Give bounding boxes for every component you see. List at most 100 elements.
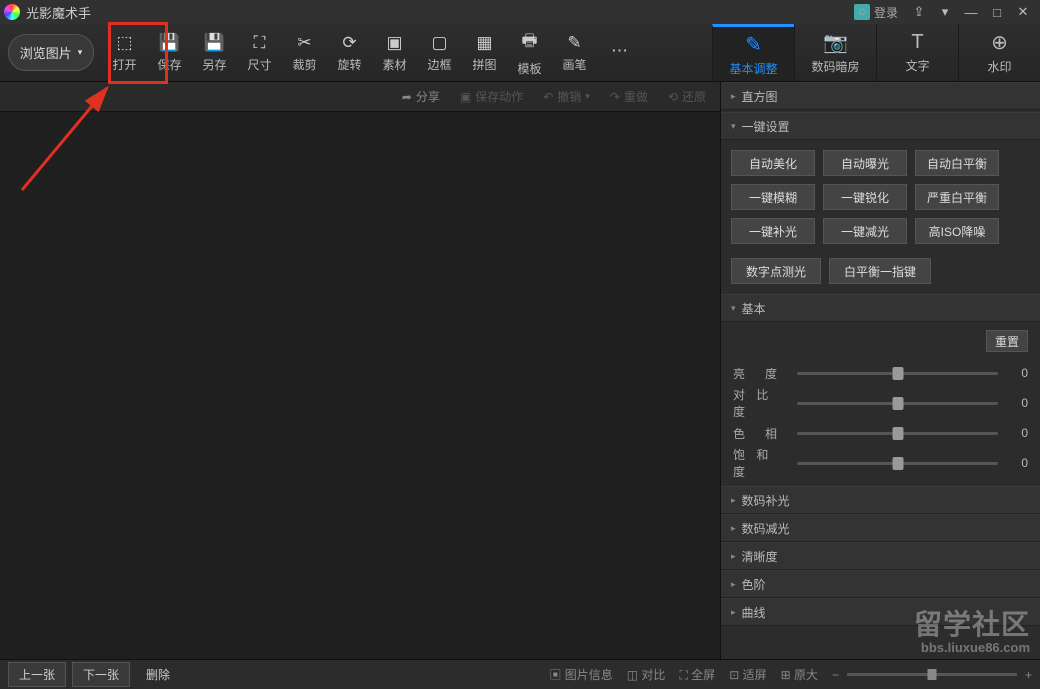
restore-button[interactable]: ⟲还原	[660, 85, 714, 108]
save-action-icon: ▣	[460, 90, 471, 104]
slider-thumb[interactable]	[892, 367, 903, 380]
pin-button[interactable]: ⇪	[906, 2, 932, 22]
canvas-area[interactable]	[0, 112, 720, 659]
全屏-icon: ⛶	[679, 668, 687, 682]
app-logo	[4, 4, 20, 20]
quick-自动白平衡[interactable]: 自动白平衡	[915, 150, 999, 176]
tool-画笔[interactable]: ✎画笔	[552, 24, 597, 81]
tool-icon: ⬚	[116, 33, 132, 53]
quick-一键模糊[interactable]: 一键模糊	[731, 184, 815, 210]
dropdown-button[interactable]: ▾	[932, 2, 958, 22]
quick-自动美化[interactable]: 自动美化	[731, 150, 815, 176]
zoom-slider[interactable]: − +	[832, 668, 1032, 682]
caret-icon: ▸	[731, 91, 736, 102]
next-button[interactable]: 下一张	[72, 662, 130, 687]
tool-icon: 💾	[159, 33, 180, 53]
caret-icon: ▸	[731, 495, 736, 506]
caret-icon: ▸	[731, 551, 736, 562]
tab-数码暗房[interactable]: 📷数码暗房	[794, 24, 876, 81]
maximize-button[interactable]: □	[984, 2, 1010, 22]
prev-button[interactable]: 上一张	[8, 662, 66, 687]
tool-打开[interactable]: ⬚打开	[102, 24, 147, 81]
share-icon: ➦	[402, 90, 412, 104]
图片信息-icon: ▣	[549, 668, 561, 682]
slider-饱 和 度[interactable]: 饱 和 度0	[733, 448, 1028, 478]
tool-icon: ▢	[431, 33, 447, 53]
panel-数码减光[interactable]: ▸数码减光	[721, 514, 1040, 542]
quick-白平衡一指键[interactable]: 白平衡一指键	[829, 258, 931, 284]
tool-icon: 🖶	[521, 28, 537, 57]
tool-icon: ▣	[386, 33, 402, 53]
share-button[interactable]: ➦分享	[394, 85, 448, 108]
tool-裁剪[interactable]: ✂裁剪	[282, 24, 327, 81]
tool-icon: ✂	[297, 33, 311, 53]
tool-保存[interactable]: 💾保存	[147, 24, 192, 81]
tab-基本调整[interactable]: ✎基本调整	[712, 24, 794, 81]
tool-icon: ⟳	[342, 33, 356, 53]
redo-button[interactable]: ↷重做	[602, 85, 656, 108]
quick-一键减光[interactable]: 一键减光	[823, 218, 907, 244]
panel-清晰度[interactable]: ▸清晰度	[721, 542, 1040, 570]
tab-icon: ⊕	[991, 30, 1008, 55]
view-对比[interactable]: ◫ 对比	[627, 666, 666, 683]
tab-icon: ✎	[745, 32, 762, 57]
tab-icon: T	[911, 31, 923, 54]
slider-对 比 度[interactable]: 对 比 度0	[733, 388, 1028, 418]
tool-icon: 💾	[204, 33, 225, 53]
tool-more[interactable]: ⋯	[597, 24, 642, 81]
tool-拼图[interactable]: ▦拼图	[462, 24, 507, 81]
tool-素材[interactable]: ▣素材	[372, 24, 417, 81]
tool-模板[interactable]: 🖶模板	[507, 24, 552, 81]
tab-文字[interactable]: T文字	[876, 24, 958, 81]
undo-button[interactable]: ↶撤销▾	[535, 85, 598, 108]
save-action-button[interactable]: ▣保存动作	[452, 85, 531, 108]
restore-icon: ⟲	[668, 90, 678, 104]
minimize-button[interactable]: —	[958, 2, 984, 22]
caret-icon: ▸	[731, 607, 736, 618]
login-button[interactable]: ☺ 登录	[854, 4, 898, 21]
panel-色阶[interactable]: ▸色阶	[721, 570, 1040, 598]
face-icon: ☺	[854, 4, 870, 20]
undo-icon: ↶	[543, 90, 553, 104]
app-title: 光影魔术手	[26, 3, 91, 22]
tool-icon: ⛶	[254, 33, 266, 53]
slider-thumb[interactable]	[892, 457, 903, 470]
close-button[interactable]: ✕	[1010, 2, 1036, 22]
quick-自动曝光[interactable]: 自动曝光	[823, 150, 907, 176]
tool-边框[interactable]: ▢边框	[417, 24, 462, 81]
slider-亮 度[interactable]: 亮 度0	[733, 358, 1028, 388]
caret-down-icon: ▾	[731, 121, 736, 132]
delete-button[interactable]: 删除	[136, 663, 180, 686]
tool-icon: ⋯	[611, 41, 628, 61]
quick-数字点测光[interactable]: 数字点测光	[731, 258, 821, 284]
view-全屏[interactable]: ⛶ 全屏	[679, 666, 715, 683]
panel-histogram[interactable]: ▸直方图	[721, 82, 1040, 110]
browse-button[interactable]: 浏览图片▾	[8, 34, 94, 71]
caret-down-icon: ▾	[731, 303, 736, 314]
redo-icon: ↷	[610, 90, 620, 104]
适屏-icon: ⊡	[729, 668, 739, 682]
tool-尺寸[interactable]: ⛶尺寸	[237, 24, 282, 81]
panel-basic[interactable]: ▾基本	[721, 294, 1040, 322]
quick-高ISO降噪[interactable]: 高ISO降噪	[915, 218, 999, 244]
slider-thumb[interactable]	[892, 397, 903, 410]
quick-严重白平衡[interactable]: 严重白平衡	[915, 184, 999, 210]
tool-旋转[interactable]: ⟳旋转	[327, 24, 372, 81]
reset-button[interactable]: 重置	[986, 330, 1028, 352]
slider-thumb[interactable]	[892, 427, 903, 440]
panel-数码补光[interactable]: ▸数码补光	[721, 486, 1040, 514]
slider-色 相[interactable]: 色 相0	[733, 418, 1028, 448]
caret-icon: ▸	[731, 523, 736, 534]
view-适屏[interactable]: ⊡ 适屏	[729, 666, 766, 683]
view-原大[interactable]: ⊞ 原大	[781, 666, 818, 683]
tool-icon: ▦	[476, 33, 492, 53]
tool-另存[interactable]: 💾另存	[192, 24, 237, 81]
tab-水印[interactable]: ⊕水印	[958, 24, 1040, 81]
caret-icon: ▸	[731, 579, 736, 590]
panel-quick[interactable]: ▾一键设置	[721, 112, 1040, 140]
quick-一键补光[interactable]: 一键补光	[731, 218, 815, 244]
quick-一键锐化[interactable]: 一键锐化	[823, 184, 907, 210]
panel-曲线[interactable]: ▸曲线	[721, 598, 1040, 626]
view-图片信息[interactable]: ▣ 图片信息	[549, 666, 612, 683]
tool-icon: ✎	[567, 33, 581, 53]
